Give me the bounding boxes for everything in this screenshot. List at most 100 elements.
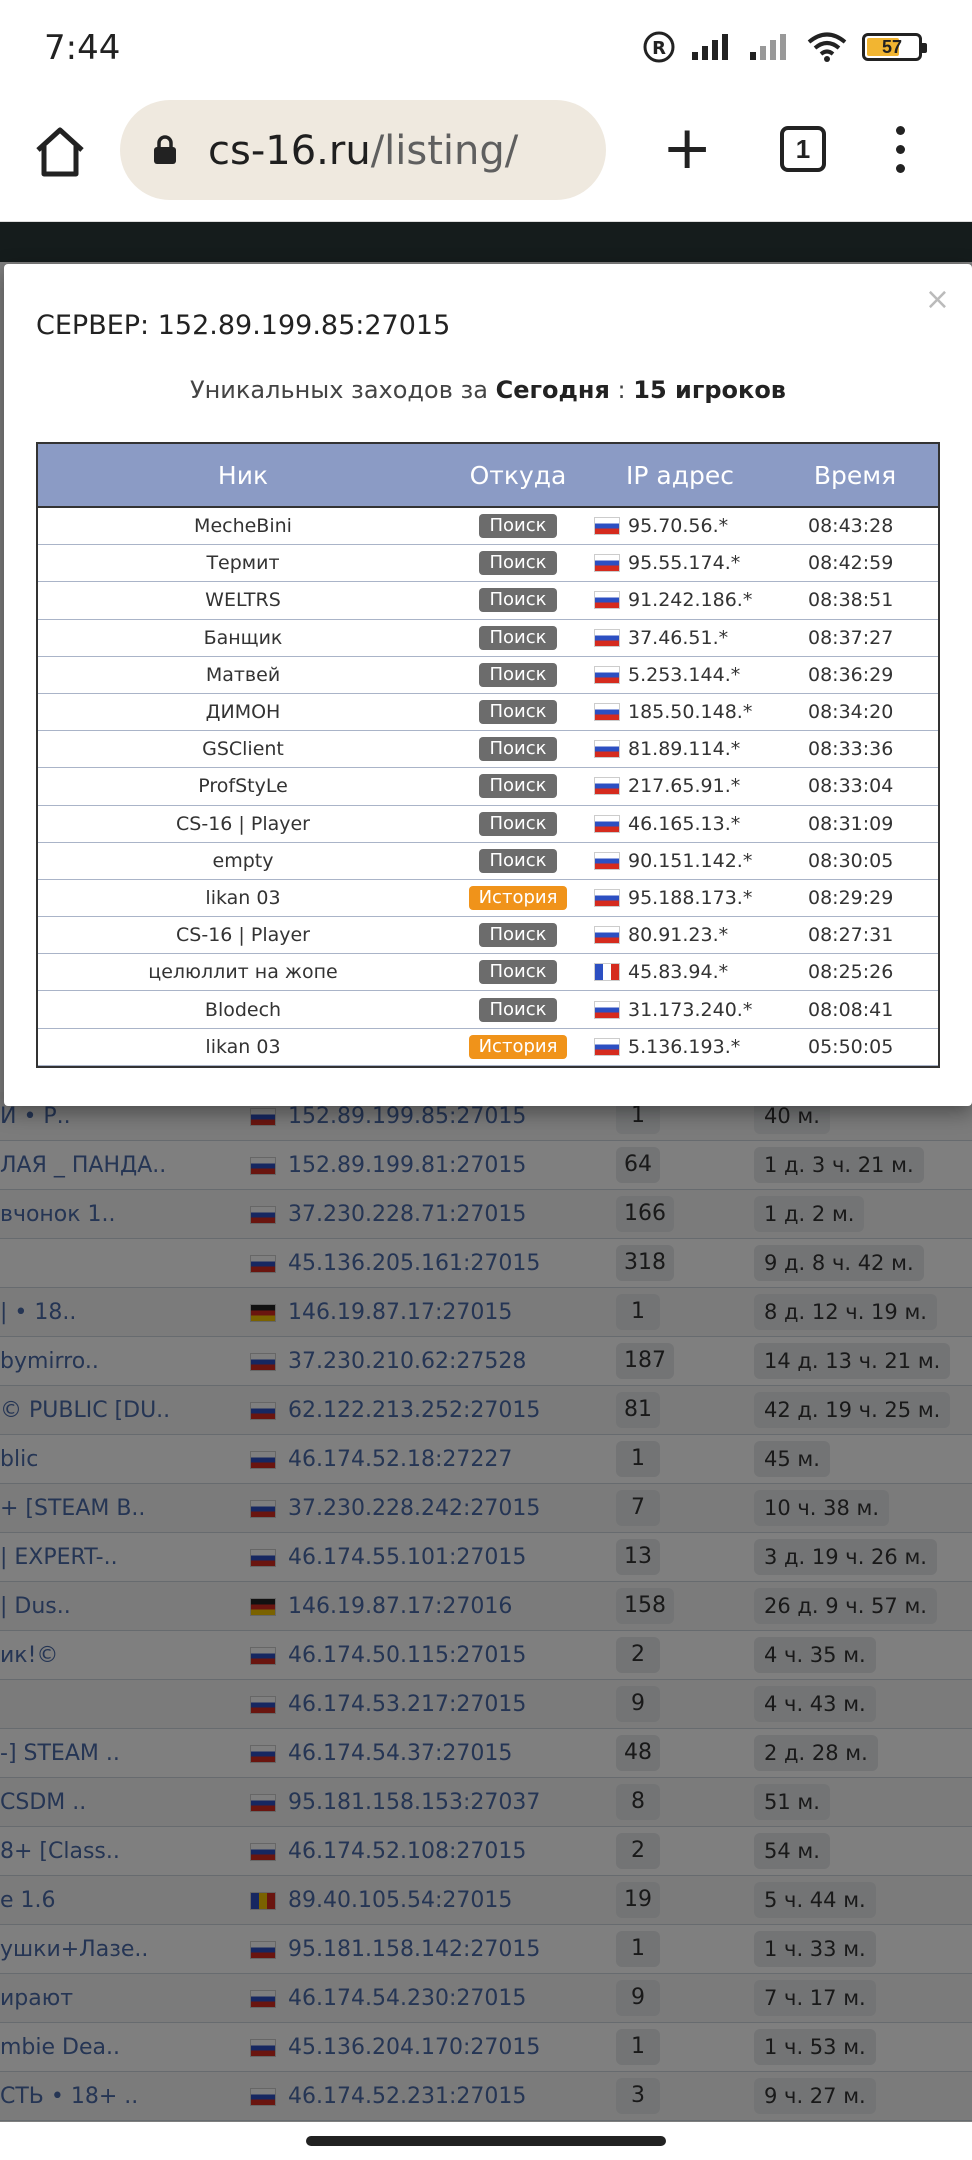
source-badge[interactable]: История <box>468 885 568 910</box>
source-badge[interactable]: Поиск <box>479 625 557 650</box>
new-tab-button[interactable]: + <box>662 118 712 180</box>
url-host: cs-16.ru <box>208 128 371 174</box>
more-menu-icon[interactable] <box>892 126 908 176</box>
player-nick: ProfStyLe <box>198 775 288 798</box>
flag-icon <box>594 963 620 982</box>
players-table: Ник Откуда IP адрес Время MecheBini Поиск… <box>36 442 940 1068</box>
lock-icon <box>154 135 176 164</box>
player-ip: 91.242.186.* <box>588 589 772 611</box>
player-time: 08:38:51 <box>808 589 894 612</box>
table-header: Ник Откуда IP адрес Время <box>38 444 938 508</box>
svg-text:R: R <box>652 38 666 59</box>
player-nick: WELTRS <box>205 589 281 612</box>
player-source: Поиск <box>448 625 588 650</box>
player-nick: целюллит на жопе <box>148 961 338 984</box>
flag-icon <box>594 703 620 722</box>
player-ip: 80.91.23.* <box>588 924 772 946</box>
flag-icon <box>594 740 620 759</box>
source-badge[interactable]: История <box>468 1034 568 1059</box>
address-bar[interactable]: cs-16.ru/listing/ <box>120 100 606 200</box>
flag-icon <box>594 628 620 647</box>
player-ip: 185.50.148.* <box>588 701 772 723</box>
player-ip: 81.89.114.* <box>588 738 772 760</box>
player-time: 08:25:26 <box>808 961 894 984</box>
home-icon[interactable] <box>30 122 90 182</box>
table-row: Blodech Поиск 31.173.240.* 08:08:41 <box>38 991 938 1029</box>
battery-level: 57 <box>881 37 903 57</box>
source-badge[interactable]: Поиск <box>479 737 557 762</box>
source-badge[interactable]: Поиск <box>479 848 557 873</box>
close-icon[interactable]: × <box>925 282 950 317</box>
source-badge[interactable]: Поиск <box>479 551 557 576</box>
player-source: Поиск <box>448 848 588 873</box>
ip-text: 95.55.174.* <box>628 552 741 575</box>
player-source: Поиск <box>448 514 588 539</box>
source-badge[interactable]: Поиск <box>479 774 557 799</box>
table-row: WELTRS Поиск 91.242.186.* 08:38:51 <box>38 582 938 620</box>
table-row: целюллит на жопе Поиск 45.83.94.* 08:25:26 <box>38 954 938 992</box>
source-badge[interactable]: Поиск <box>479 923 557 948</box>
source-badge[interactable]: Поиск <box>479 662 557 687</box>
status-time: 7:44 <box>44 28 121 68</box>
flag-icon <box>594 814 620 833</box>
table-row: Термит Поиск 95.55.174.* 08:42:59 <box>38 545 938 583</box>
source-badge[interactable]: Поиск <box>479 514 557 539</box>
player-source: Поиск <box>448 551 588 576</box>
flag-icon <box>594 1000 620 1019</box>
home-gesture-pill[interactable] <box>306 2136 666 2146</box>
ip-text: 185.50.148.* <box>628 701 753 724</box>
subtitle-separator: : <box>617 376 626 404</box>
player-nick: likan 03 <box>205 1035 281 1058</box>
player-time: 08:30:05 <box>808 849 894 872</box>
player-nick: ДИМОН <box>205 701 281 724</box>
player-time: 08:29:29 <box>808 886 894 909</box>
flag-icon <box>594 665 620 684</box>
status-icons: R 57 <box>642 30 927 64</box>
ip-text: 5.253.144.* <box>628 663 741 686</box>
player-ip: 95.70.56.* <box>588 515 772 537</box>
source-badge[interactable]: Поиск <box>479 700 557 725</box>
server-modal: × СЕРВЕР: 152.89.199.85:27015 Уникальных… <box>4 264 972 1106</box>
player-nick: Банщик <box>203 626 283 649</box>
player-source: История <box>448 1034 588 1059</box>
table-row: CS-16 | Player Поиск 80.91.23.* 08:27:31 <box>38 917 938 955</box>
subtitle-prefix: Уникальных заходов за <box>189 376 488 404</box>
flag-icon <box>594 888 620 907</box>
modal-subtitle: Уникальных заходов за Сегодня : 15 игрок… <box>4 376 972 404</box>
ip-text: 90.151.142.* <box>628 849 753 872</box>
wifi-icon <box>807 32 847 62</box>
player-source: Поиск <box>448 700 588 725</box>
table-row: CS-16 | Player Поиск 46.165.13.* 08:31:09 <box>38 806 938 843</box>
modal-title: СЕРВЕР: 152.89.199.85:27015 <box>36 310 451 341</box>
flag-icon <box>594 926 620 945</box>
table-row: likan 03 История 95.188.173.* 08:29:29 <box>38 880 938 918</box>
flag-icon <box>594 1037 620 1056</box>
source-badge[interactable]: Поиск <box>479 997 557 1022</box>
player-ip: 90.151.142.* <box>588 850 772 872</box>
player-source: Поиск <box>448 774 588 799</box>
source-badge[interactable]: Поиск <box>479 960 557 985</box>
player-nick: CS-16 | Player <box>176 924 310 947</box>
ip-text: 217.65.91.* <box>628 775 741 798</box>
player-ip: 46.165.13.* <box>588 813 772 835</box>
url-path: /listing/ <box>370 128 519 174</box>
table-row: Матвей Поиск 5.253.144.* 08:36:29 <box>38 657 938 694</box>
tab-switcher-button[interactable]: 1 <box>780 126 826 172</box>
ip-text: 95.188.173.* <box>628 886 753 909</box>
player-source: Поиск <box>448 997 588 1022</box>
player-source: Поиск <box>448 662 588 687</box>
column-header-time: Время <box>813 461 897 490</box>
subtitle-period: Сегодня <box>495 376 610 404</box>
player-source: Поиск <box>448 737 588 762</box>
player-ip: 95.55.174.* <box>588 552 772 574</box>
player-time: 08:08:41 <box>808 998 894 1021</box>
flag-icon <box>594 591 620 610</box>
flag-icon <box>594 554 620 573</box>
table-row: empty Поиск 90.151.142.* 08:30:05 <box>38 843 938 880</box>
player-nick: empty <box>212 849 274 872</box>
player-ip: 45.83.94.* <box>588 961 772 983</box>
player-time: 08:36:29 <box>808 663 894 686</box>
source-badge[interactable]: Поиск <box>479 811 557 836</box>
player-nick: likan 03 <box>205 886 281 909</box>
source-badge[interactable]: Поиск <box>479 588 557 613</box>
